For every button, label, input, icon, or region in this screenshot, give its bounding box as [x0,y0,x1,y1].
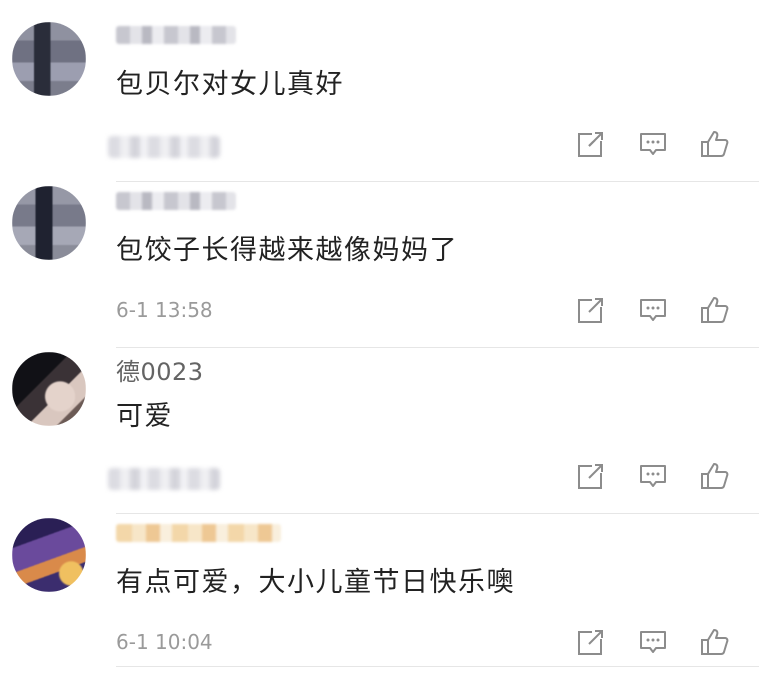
comment-text: 包贝尔对女儿真好 [116,69,344,100]
timestamp-blurred [108,468,220,490]
thumbs-up-icon[interactable] [699,128,731,160]
comment-icon[interactable] [637,128,669,160]
avatar[interactable] [12,518,86,592]
share-icon[interactable] [575,460,607,492]
comment-actions [575,626,735,658]
username[interactable]: 德0023 [116,352,204,387]
comment-actions [575,460,735,492]
thumbs-up-icon[interactable] [699,460,731,492]
avatar-image [12,186,86,260]
divider [116,666,759,667]
avatar-image [12,22,86,96]
username-blurred[interactable] [116,524,281,542]
timestamp: 6-1 10:04 [116,630,213,654]
username-blurred[interactable] [116,26,236,44]
timestamp: 6-1 13:58 [116,298,213,322]
avatar-image [12,352,86,426]
comment-text: 可爱 [116,401,173,432]
avatar[interactable] [12,22,86,96]
share-icon[interactable] [575,626,607,658]
comment-icon[interactable] [637,460,669,492]
thumbs-up-icon[interactable] [699,294,731,326]
share-icon[interactable] [575,128,607,160]
avatar[interactable] [12,352,86,426]
comment-actions [575,128,735,160]
comment-item: 包贝尔对女儿真好 [0,16,759,182]
timestamp-blurred [108,136,220,158]
comment-text: 包饺子长得越来越像妈妈了 [116,235,458,266]
comment-item: 包饺子长得越来越像妈妈了 6-1 13:58 [0,182,759,348]
thumbs-up-icon[interactable] [699,626,731,658]
comment-item: 德0023 可爱 [0,348,759,514]
username-blurred[interactable] [116,192,236,210]
share-icon[interactable] [575,294,607,326]
comment-actions [575,294,735,326]
avatar-image [12,518,86,592]
comment-icon[interactable] [637,626,669,658]
avatar[interactable] [12,186,86,260]
comment-item: 有点可爱，大小儿童节日快乐噢 6-1 10:04 [0,514,759,680]
comment-icon[interactable] [637,294,669,326]
comment-text: 有点可爱，大小儿童节日快乐噢 [116,567,515,598]
